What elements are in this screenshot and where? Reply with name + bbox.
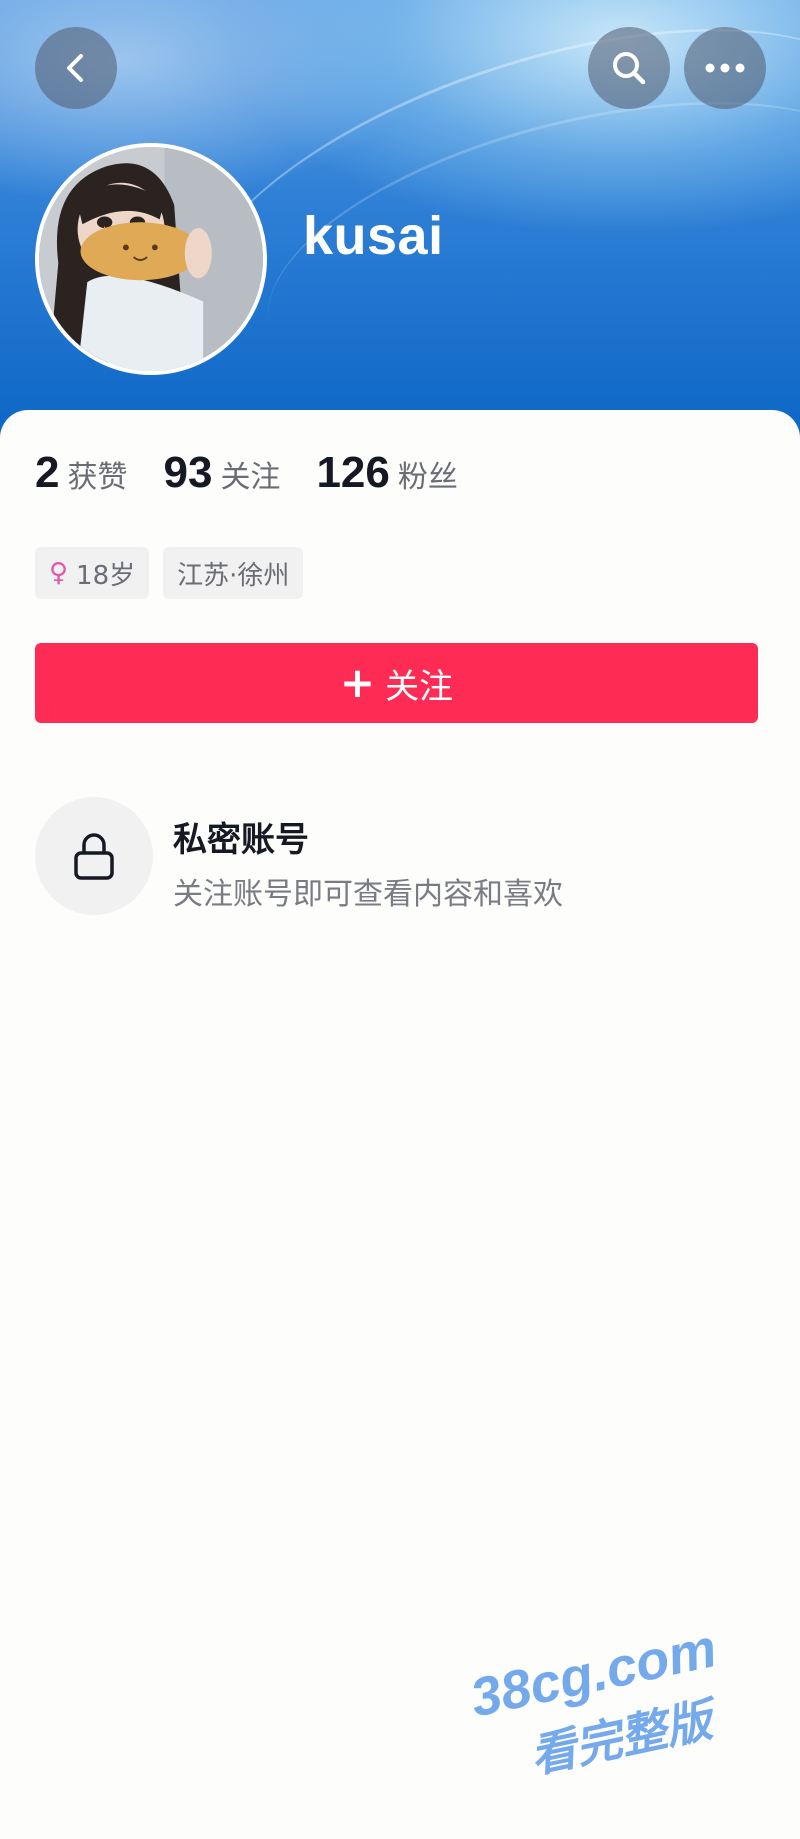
stat-label: 获赞 — [67, 460, 128, 495]
follow-button[interactable]: + 关注 — [35, 643, 758, 723]
more-horizontal-icon — [705, 63, 745, 73]
profile-tags: ♀ 18岁 江苏·徐州 — [35, 547, 317, 599]
stat-following[interactable]: 93 关注 — [163, 448, 280, 498]
location-label: 江苏·徐州 — [177, 560, 290, 591]
stat-followers[interactable]: 126 粉丝 — [316, 448, 457, 498]
back-button[interactable] — [35, 27, 117, 109]
search-button[interactable] — [588, 27, 670, 109]
more-button[interactable] — [684, 27, 766, 109]
chevron-left-icon — [67, 54, 83, 82]
search-icon — [613, 52, 646, 85]
stat-label: 关注 — [220, 460, 281, 495]
lock-badge — [35, 797, 153, 915]
private-account-description: 关注账号即可查看内容和喜欢 — [173, 877, 563, 912]
stat-value: 126 — [316, 448, 390, 497]
avatar[interactable] — [35, 143, 267, 375]
age-tag: ♀ 18岁 — [35, 547, 150, 599]
stats-row: 2 获赞 93 关注 126 粉丝 — [35, 448, 494, 498]
lock-icon — [74, 833, 114, 880]
avatar-photo — [39, 147, 263, 371]
private-account-title: 私密账号 — [173, 820, 309, 860]
age-label: 18岁 — [76, 560, 136, 591]
location-tag: 江苏·徐州 — [163, 547, 304, 599]
stat-label: 粉丝 — [397, 460, 458, 495]
private-account-notice: 私密账号 关注账号即可查看内容和喜欢 — [35, 797, 765, 917]
username: kusai — [303, 206, 444, 266]
follow-button-label: 关注 — [385, 666, 454, 707]
stat-value: 2 — [35, 448, 60, 497]
plus-icon: + — [339, 658, 376, 707]
stat-likes[interactable]: 2 获赞 — [35, 448, 127, 498]
female-icon: ♀ — [49, 558, 69, 588]
stat-value: 93 — [163, 448, 213, 497]
